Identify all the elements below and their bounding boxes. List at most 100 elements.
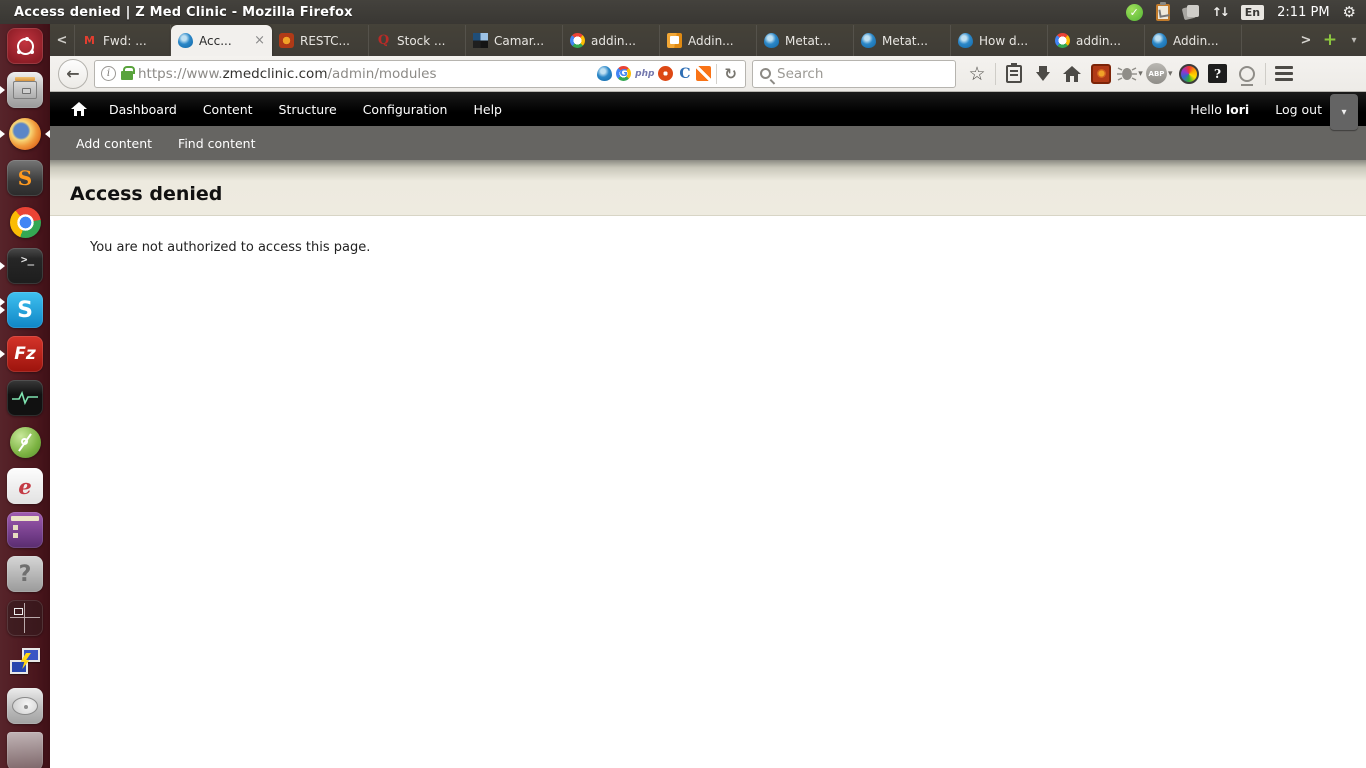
debugger-bug-button[interactable]: ▾ [1117, 59, 1143, 89]
close-tab-icon[interactable]: × [254, 34, 265, 47]
launcher-item-ubuntu-dash[interactable] [7, 28, 43, 64]
launcher-item-firefox[interactable] [7, 116, 43, 152]
session-gear-icon[interactable]: ⚙ [1343, 5, 1356, 20]
tab-label: How d... [979, 34, 1040, 48]
launcher-item-trash[interactable] [7, 732, 43, 768]
clock[interactable]: 2:11 PM [1277, 5, 1329, 20]
scroll-tabs-right-button[interactable]: > [1294, 24, 1318, 56]
menu-icon [1275, 66, 1293, 81]
launcher-item-chrome[interactable] [7, 204, 43, 240]
launcher-item-unknown-app[interactable]: ? [7, 556, 43, 592]
restclient-button[interactable] [1088, 59, 1114, 89]
colorzilla-button[interactable] [1176, 59, 1202, 89]
workspace-switcher-icon [14, 608, 23, 615]
launcher-item-android-studio[interactable] [7, 424, 43, 460]
launcher-item-remote-desktop[interactable] [7, 644, 43, 680]
hamburger-menu-button[interactable] [1271, 59, 1297, 89]
php-icon[interactable]: php [635, 66, 654, 81]
tab-addin-google-2[interactable]: addin... [1048, 25, 1145, 56]
launcher-item-purple-app[interactable] [7, 512, 43, 548]
admin-home-button[interactable] [62, 102, 96, 116]
chevron-down-icon[interactable]: ▾ [1138, 69, 1143, 79]
keyboard-layout-indicator[interactable]: En [1241, 5, 1264, 20]
new-tab-button[interactable]: + [1318, 24, 1342, 56]
toolbar-toggle-button[interactable]: ▾ [1330, 94, 1358, 130]
skype-tray-icon[interactable]: ✓ [1126, 4, 1143, 21]
tab-access-denied-active[interactable]: Acc... × [171, 25, 272, 56]
scroll-tabs-left-button[interactable]: < [50, 24, 74, 56]
tab-addin-google-1[interactable]: addin... [563, 25, 660, 56]
tab-stock[interactable]: Q Stock ... [369, 25, 466, 56]
abp-icon: ABP [1146, 63, 1167, 84]
bookmarks-library-button[interactable] [1001, 59, 1027, 89]
launcher-item-hard-disk[interactable] [7, 688, 43, 724]
https-lock-icon[interactable] [121, 71, 133, 80]
running-indicator [0, 350, 5, 358]
chevron-down-icon[interactable]: ▾ [1168, 69, 1173, 79]
drupal-admin-toolbar: Dashboard Content Structure Configuratio… [50, 92, 1366, 126]
tab-label: Fwd: ... [103, 34, 163, 48]
tab-strip: < M Fwd: ... Acc... × RESTC... Q Stock .… [50, 24, 1366, 56]
swirl-icon[interactable]: C [677, 66, 692, 81]
url-text[interactable]: https://www.zmedclinic.com/admin/modules [138, 66, 592, 82]
tab-restclient[interactable]: RESTC... [272, 25, 369, 56]
drupal-icon[interactable] [597, 66, 612, 81]
url-bar[interactable]: i https://www.zmedclinic.com/admin/modul… [94, 60, 746, 88]
notes-tray-icon[interactable] [1183, 5, 1199, 20]
running-indicator [0, 262, 5, 270]
list-all-tabs-button[interactable]: ▾ [1342, 24, 1366, 56]
tab-addin-book[interactable]: Addin... [660, 25, 757, 56]
android-studio-icon [10, 427, 41, 458]
launcher-item-files[interactable] [7, 72, 43, 108]
search-box[interactable] [752, 60, 956, 88]
back-button[interactable]: ← [58, 59, 88, 89]
tab-addin-drupal[interactable]: Addin... [1145, 25, 1242, 56]
running-indicator [0, 306, 5, 314]
tab-how-d[interactable]: How d... [951, 25, 1048, 56]
launcher-item-workspace-switcher[interactable] [7, 600, 43, 636]
colorzilla-icon [1179, 64, 1199, 84]
heartbeat-icon [12, 390, 38, 406]
launcher-item-skype[interactable]: S [7, 292, 43, 328]
tab-camar[interactable]: Camar... [466, 25, 563, 56]
question-mark-icon: ? [19, 562, 32, 587]
launcher-item-sublime-text[interactable]: S [7, 160, 43, 196]
launcher-item-terminal[interactable]: >_ [7, 248, 43, 284]
tab-fwd[interactable]: M Fwd: ... [74, 25, 171, 56]
google-icon[interactable]: G [616, 66, 631, 81]
restclient-favicon [279, 33, 294, 48]
search-input[interactable] [777, 66, 948, 82]
toolbar-icons: ☆ ▾ ABP ▾ ? [964, 59, 1297, 89]
launcher-item-system-monitor[interactable] [7, 380, 43, 416]
home-icon [1062, 65, 1082, 83]
admin-menu-configuration[interactable]: Configuration [350, 102, 461, 117]
zigzag-icon[interactable] [696, 66, 711, 81]
tab-metatag-1[interactable]: Metat... [757, 25, 854, 56]
document-viewer-icon: e [18, 474, 31, 499]
drupal-favicon [1152, 33, 1167, 48]
shortcut-find-content[interactable]: Find content [172, 136, 261, 151]
adblock-plus-button[interactable]: ABP ▾ [1146, 59, 1173, 89]
clipboard-tray-icon[interactable] [1156, 4, 1170, 21]
tab-label: Metat... [882, 34, 943, 48]
window-title: Access denied | Z Med Clinic - Mozilla F… [14, 5, 353, 20]
reload-button[interactable]: ↻ [722, 65, 739, 83]
admin-menu-help[interactable]: Help [460, 102, 515, 117]
ring-extension-button[interactable] [1234, 59, 1260, 89]
page-content: You are not authorized to access this pa… [50, 216, 1366, 768]
network-arrows-icon[interactable]: ↑↓ [1212, 5, 1228, 19]
page-info-icon[interactable]: i [101, 66, 116, 81]
admin-menu-dashboard[interactable]: Dashboard [96, 102, 190, 117]
tab-metatag-2[interactable]: Metat... [854, 25, 951, 56]
ubuntu-icon[interactable] [658, 66, 673, 81]
shortcut-add-content[interactable]: Add content [70, 136, 158, 151]
launcher-item-document-viewer[interactable]: e [7, 468, 43, 504]
logout-link[interactable]: Log out [1275, 102, 1322, 117]
launcher-item-filezilla[interactable]: Fz [7, 336, 43, 372]
admin-menu-content[interactable]: Content [190, 102, 266, 117]
home-button[interactable] [1059, 59, 1085, 89]
downloads-button[interactable] [1030, 59, 1056, 89]
admin-menu-structure[interactable]: Structure [266, 102, 350, 117]
help-extension-button[interactable]: ? [1205, 59, 1231, 89]
bookmark-star-button[interactable]: ☆ [964, 59, 990, 89]
